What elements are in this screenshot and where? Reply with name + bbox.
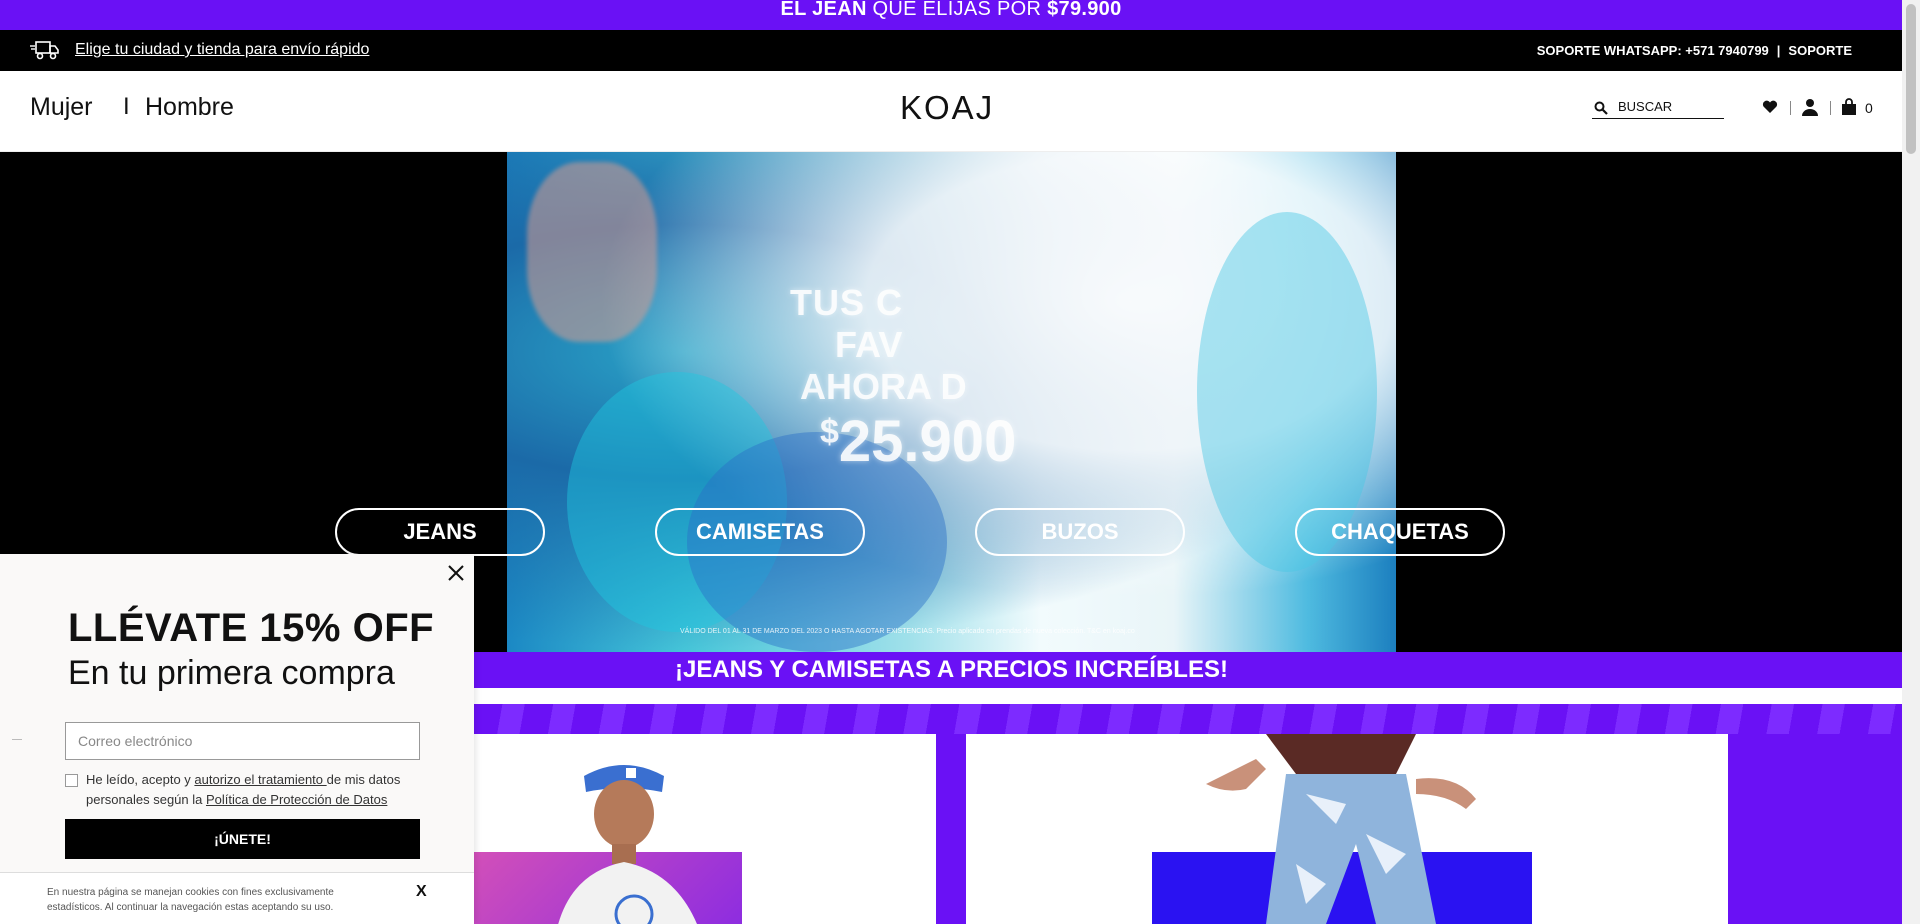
join-button[interactable]: ¡ÚNETE!	[65, 819, 420, 859]
highlight-banner[interactable]: ¡JEANS Y CAMISETAS A PRECIOS INCREÍBLES!	[474, 652, 1902, 688]
promo-card-jeans[interactable]	[966, 734, 1728, 924]
search-placeholder: BUSCAR	[1618, 99, 1673, 114]
promo-card-camisetas[interactable]	[474, 734, 936, 924]
hero-line-3: AHORA D	[800, 366, 967, 407]
search-input[interactable]: BUSCAR	[1592, 99, 1724, 119]
scrollbar-thumb[interactable]	[1906, 4, 1916, 154]
nav-women[interactable]: Mujer	[30, 93, 93, 122]
hero-line-2: FAV	[835, 324, 903, 365]
hero-line-1: TUS C	[790, 282, 903, 323]
popup-subheadline: En tu primera compra	[68, 654, 395, 692]
category-chaquetas-button[interactable]: CHAQUETAS	[1295, 508, 1505, 556]
model-jumping-image	[1206, 734, 1476, 924]
highlight-text: ¡JEANS Y CAMISETAS A PRECIOS INCREÍBLES!	[675, 656, 1228, 683]
consent-prefix: He leído, acepto y	[86, 772, 195, 787]
account-user-icon[interactable]	[1802, 98, 1818, 116]
model-image	[527, 162, 657, 342]
delivery-truck-icon	[30, 41, 59, 60]
consent-checkbox-row: He leído, acepto y autorizo el tratamien…	[65, 770, 425, 810]
close-icon[interactable]	[445, 562, 467, 584]
wishlist-heart-icon[interactable]	[1762, 100, 1778, 114]
support-links: SOPORTE WHATSAPP: +571 7940799 | SOPORTE	[1537, 43, 1852, 58]
page-scrollbar[interactable]	[1902, 0, 1920, 924]
icon-divider	[1790, 101, 1791, 115]
carousel-indicator	[12, 739, 22, 740]
hero-currency: $	[820, 413, 839, 451]
model-man-cap-image	[558, 765, 697, 924]
utility-bar: Elige tu ciudad y tienda para envío rápi…	[0, 30, 1902, 71]
email-field[interactable]	[65, 722, 420, 760]
shopping-bag-icon[interactable]	[1842, 98, 1856, 116]
search-icon	[1594, 101, 1608, 115]
whatsapp-support-link[interactable]: SOPORTE WHATSAPP: +571 7940799	[1537, 43, 1769, 58]
newsletter-popup: LLÉVATE 15% OFF En tu primera compra He …	[0, 554, 474, 924]
privacy-policy-link[interactable]: Política de Protección de Datos	[206, 792, 387, 807]
main-header: Mujer I Hombre KOAJ BUSCAR 0	[0, 71, 1902, 152]
popup-headline: LLÉVATE 15% OFF	[68, 606, 435, 650]
icon-divider	[1830, 101, 1831, 115]
consent-checkbox[interactable]	[65, 774, 78, 787]
promo-price: $79.900	[1047, 0, 1122, 20]
category-camisetas-button[interactable]: CAMISETAS	[655, 508, 865, 556]
koaj-logo[interactable]: KOAJ	[900, 89, 994, 127]
consent-text: He leído, acepto y autorizo el tratamien…	[86, 770, 425, 810]
category-buzos-button[interactable]: BUZOS	[975, 508, 1185, 556]
promo-text: QUE ELIJAS POR	[866, 0, 1048, 20]
nav-men[interactable]: Hombre	[145, 93, 234, 122]
cart-count: 0	[1865, 100, 1873, 116]
cookie-text: En nuestra página se manejan cookies con…	[47, 887, 334, 913]
promo-text-bold: EL JEAN	[780, 0, 867, 20]
hero-price-value: 25.900	[838, 409, 1017, 474]
hero-price: $25.900	[820, 408, 1016, 475]
support-link[interactable]: SOPORTE	[1788, 43, 1852, 58]
cookie-notice: En nuestra página se manejan cookies con…	[0, 872, 474, 924]
decorative-stripes	[474, 704, 1902, 734]
shipping-store-link[interactable]: Elige tu ciudad y tienda para envío rápi…	[75, 41, 369, 59]
promo-banner[interactable]: EL JEAN QUE ELIJAS POR $79.900	[0, 0, 1902, 30]
consent-authorization-link[interactable]: autorizo el tratamiento	[194, 772, 326, 787]
hero-legal-text: VÁLIDO DEL 01 AL 31 DE MARZO DEL 2023 O …	[680, 628, 1135, 635]
hero-promo-text: TUS C FAV AHORA D $25.900	[790, 282, 1016, 475]
category-jeans-button[interactable]: JEANS	[335, 508, 545, 556]
nav-separator: I	[123, 93, 130, 120]
cookie-close-button[interactable]: X	[416, 883, 427, 901]
support-separator: |	[1776, 43, 1781, 58]
